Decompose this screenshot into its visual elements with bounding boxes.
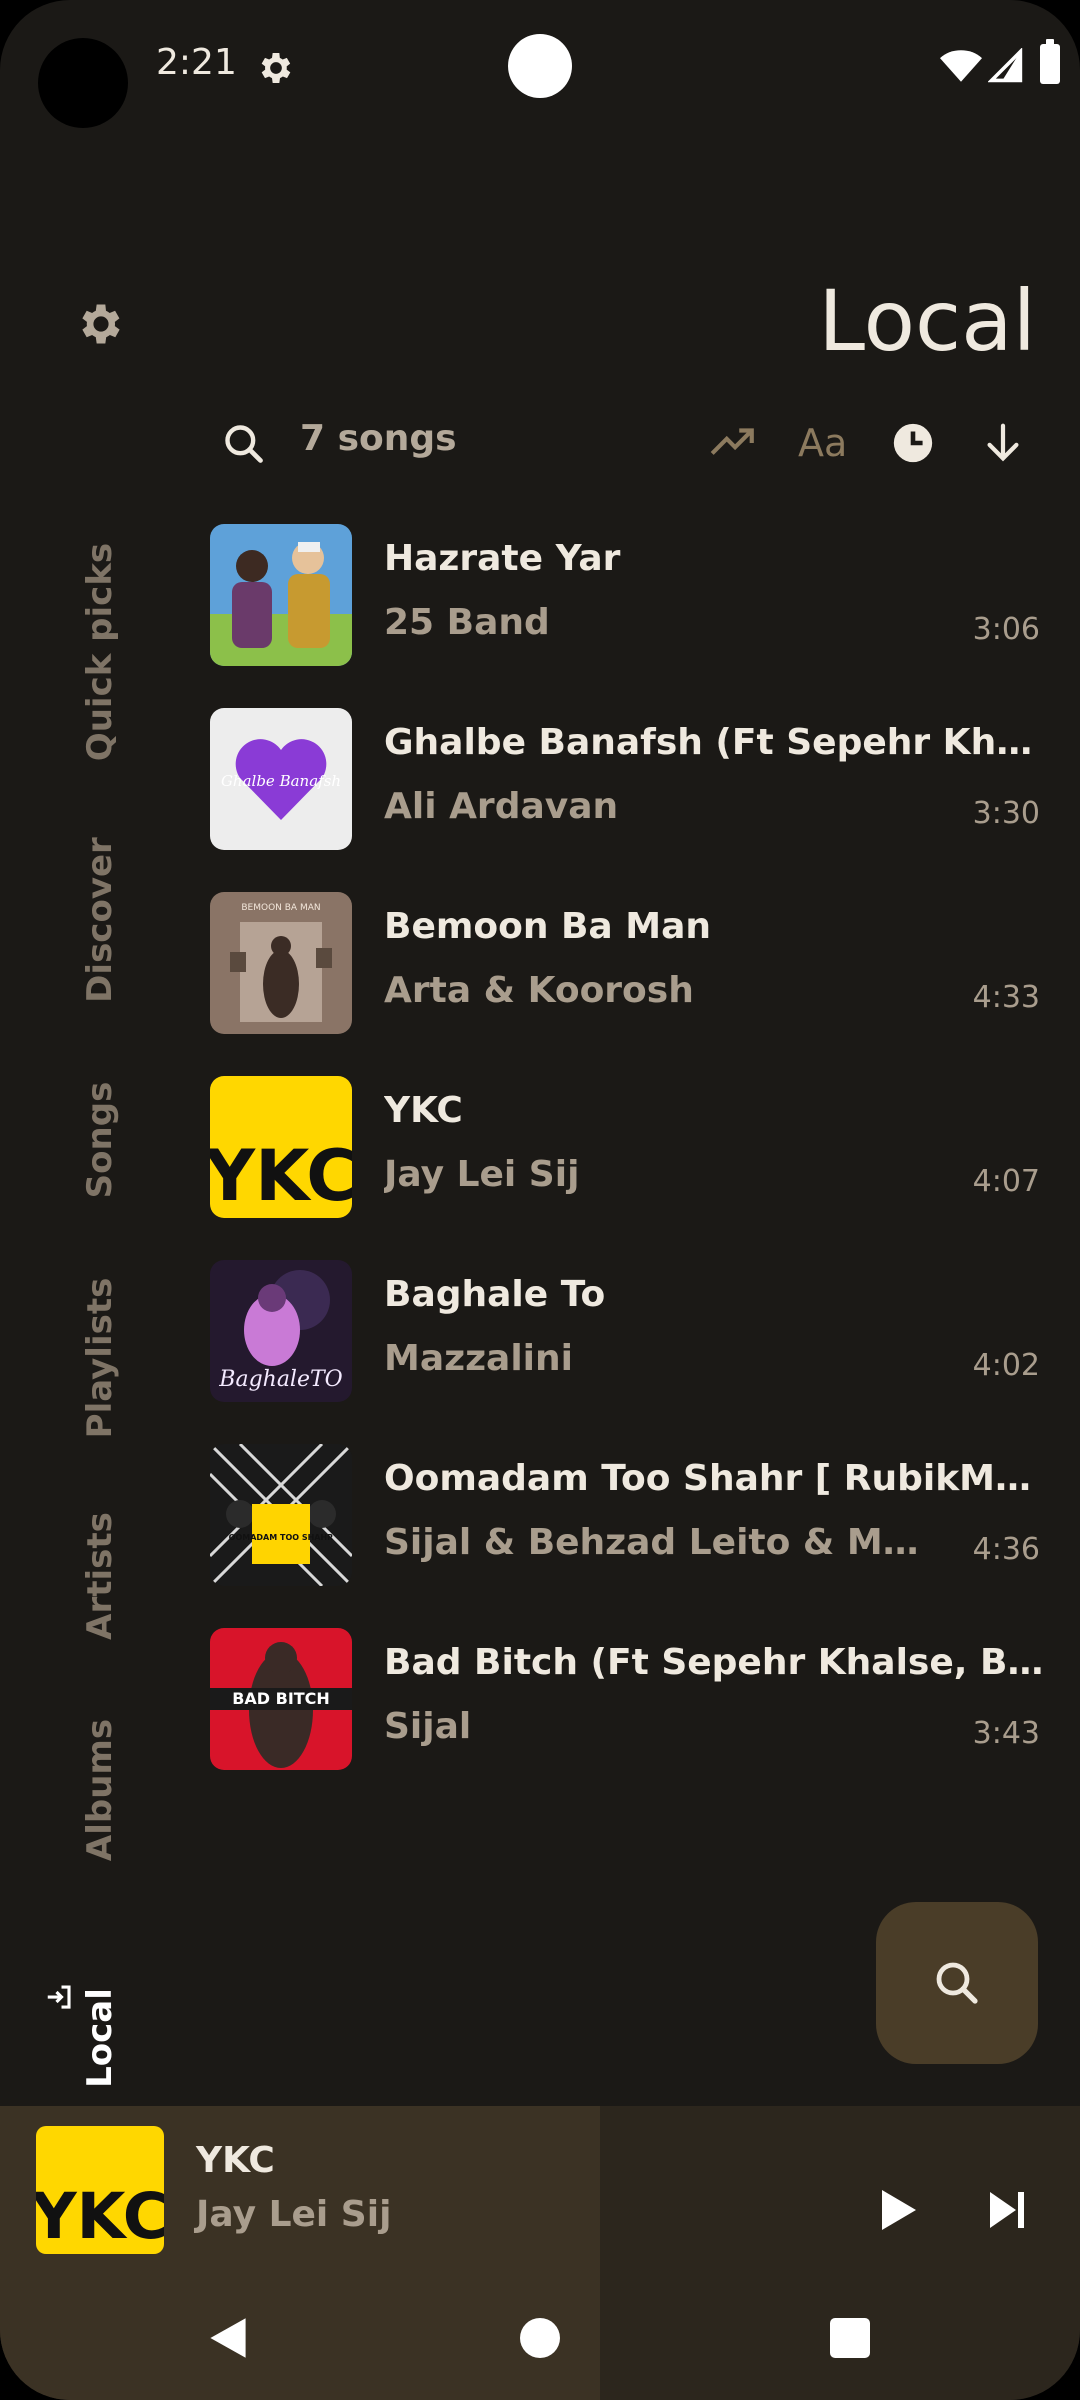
arrow-down-icon[interactable] [980,418,1026,468]
song-artwork: YKC [210,1076,352,1218]
nav-artists[interactable]: Artists [80,1512,120,1640]
skip-next-icon[interactable] [988,2190,1028,2230]
artwork-label: YKC [210,1135,352,1217]
song-artwork: BAD BITCH [210,1628,352,1770]
song-title: Baghale To [384,1274,606,1315]
player-info-panel[interactable]: YKC YKC Jay Lei Sij [0,2106,600,2400]
song-artwork [210,524,352,666]
player-artist: Jay Lei Sij [196,2194,392,2235]
sort-alphabetical-button[interactable]: Aa [798,418,847,468]
trending-icon[interactable] [708,418,758,468]
artwork-label: Ghalbe Banafsh [221,772,341,790]
song-row[interactable]: BAD BITCH Bad Bitch (Ft Sepehr Khalse, B… [210,1628,1044,1772]
song-row[interactable]: Ghalbe Banafsh Ghalbe Banafsh (Ft Sepehr… [210,708,1044,852]
song-row[interactable]: BEMOON BA MAN Bemoon Ba Man Arta & Kooro… [210,892,1040,1036]
nav-albums[interactable]: Albums [80,1719,120,1861]
artwork-label: BAD BITCH [232,1689,330,1708]
back-icon[interactable] [206,2316,250,2360]
song-artist: Sijal [384,1706,472,1747]
song-title: Hazrate Yar [384,538,621,579]
song-title: Ghalbe Banafsh (Ft Sepehr Khalse… [384,722,1044,763]
song-row[interactable]: OOMADAM TOO SHAHR Oomadam Too Shahr [ Ru… [210,1444,1044,1588]
player-title: YKC [196,2140,275,2181]
nav-playlists[interactable]: Playlists [80,1278,120,1439]
song-duration: 4:07 [972,1164,1040,1199]
search-icon [936,1962,978,2004]
song-title: YKC [384,1090,463,1131]
song-artwork: Ghalbe Banafsh [210,708,352,850]
artwork-label: BaghaleTO [218,1367,342,1392]
song-artwork: BaghaleTO [210,1260,352,1402]
screen: 2:21 Quick picks Discover Songs Playlist… [0,0,1080,2400]
artwork-label: BEMOON BA MAN [241,903,320,913]
song-artwork: OOMADAM TOO SHAHR [210,1444,352,1586]
artwork-label: OOMADAM TOO SHAHR [229,1533,334,1542]
status-bar: 2:21 [0,0,1080,140]
song-row[interactable]: BaghaleTO Baghale To Mazzalini 4:02 [210,1260,1040,1404]
signal-icon [988,48,1023,83]
status-time: 2:21 [156,42,237,83]
play-icon[interactable] [878,2188,918,2232]
song-duration: 3:43 [972,1716,1040,1751]
front-camera [508,34,572,98]
song-artist: Jay Lei Sij [384,1154,580,1195]
song-duration: 4:36 [972,1532,1040,1567]
settings-status-icon [261,53,291,83]
song-artist: 25 Band [384,602,550,643]
song-duration: 4:02 [972,1348,1040,1383]
local-login-icon [47,1985,71,2009]
song-title: Oomadam Too Shahr [ RubikMusi… [384,1458,1044,1499]
camera-cutout [38,38,128,128]
page-title: Local [818,272,1036,370]
wifi-icon [940,50,982,82]
song-duration: 3:06 [972,612,1040,647]
artwork-label: YKC [36,2179,164,2253]
home-button[interactable] [520,2318,560,2358]
nav-songs[interactable]: Songs [80,1082,120,1199]
nav-local[interactable]: Local [80,1988,120,2088]
battery-icon [1040,39,1060,84]
song-artist: Sijal & Behzad Leito & Mehra… [384,1522,924,1563]
song-duration: 3:30 [972,796,1040,831]
song-title: Bemoon Ba Man [384,906,712,947]
recents-button[interactable] [830,2318,870,2358]
song-count: 7 songs [300,418,457,459]
clock-icon[interactable] [890,418,936,468]
song-row[interactable]: YKC YKC Jay Lei Sij 4:07 [210,1076,1040,1220]
nav-quick-picks[interactable]: Quick picks [80,543,120,761]
settings-icon[interactable] [75,298,127,350]
song-title: Bad Bitch (Ft Sepehr Khalse, Behz… [384,1642,1044,1683]
song-artist: Arta & Koorosh [384,970,694,1011]
search-icon[interactable] [222,422,266,466]
nav-discover[interactable]: Discover [80,837,120,1003]
song-row[interactable]: Hazrate Yar 25 Band 3:06 [210,524,1040,668]
song-duration: 4:33 [972,980,1040,1015]
song-artist: Ali Ardavan [384,786,619,827]
search-fab-button[interactable] [876,1902,1038,2064]
song-artist: Mazzalini [384,1338,573,1379]
player-artwork: YKC [36,2126,164,2254]
song-artwork: BEMOON BA MAN [210,892,352,1034]
